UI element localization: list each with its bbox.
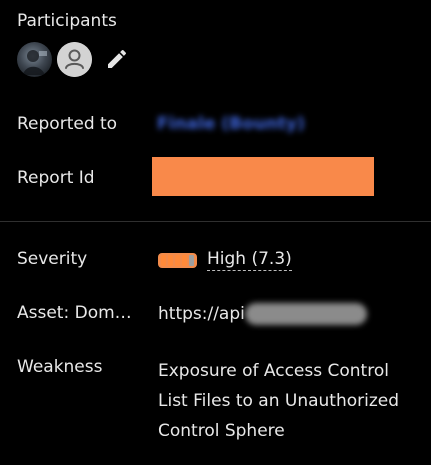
weakness-value[interactable]: Exposure of Access Control List Files to… [158, 356, 423, 446]
weakness-label: Weakness [17, 357, 103, 377]
asset-url-prefix[interactable]: https://api [158, 304, 245, 324]
severity-meter-bar [182, 254, 187, 266]
pencil-icon [108, 49, 127, 68]
asset-label: Asset: Dom… [17, 303, 132, 323]
severity-meter-bar [168, 254, 173, 266]
participant-avatar[interactable] [57, 41, 92, 77]
user-photo-icon [23, 49, 47, 75]
asset-value: https://api [158, 303, 367, 325]
section-divider [0, 221, 431, 222]
reported-to-program-link[interactable]: Finale (Bounty) [157, 114, 305, 134]
severity-score-link[interactable]: High (7.3) [207, 249, 292, 271]
severity-label: Severity [17, 249, 88, 269]
participants-label: Participants [17, 11, 117, 31]
report-id-redaction [152, 157, 374, 196]
participant-avatar[interactable] [17, 41, 52, 77]
severity-meter-bar [189, 254, 194, 266]
asset-url-redaction [244, 303, 367, 325]
default-user-icon [57, 41, 92, 77]
severity-value: High (7.3) [158, 249, 292, 271]
severity-meter-icon [158, 252, 197, 268]
severity-meter-bar [161, 254, 166, 266]
reported-to-label: Reported to [17, 114, 118, 134]
participants-list [17, 41, 131, 77]
report-id-label: Report Id [17, 168, 95, 188]
severity-meter-bar [175, 254, 180, 266]
edit-participants-button[interactable] [103, 45, 131, 73]
